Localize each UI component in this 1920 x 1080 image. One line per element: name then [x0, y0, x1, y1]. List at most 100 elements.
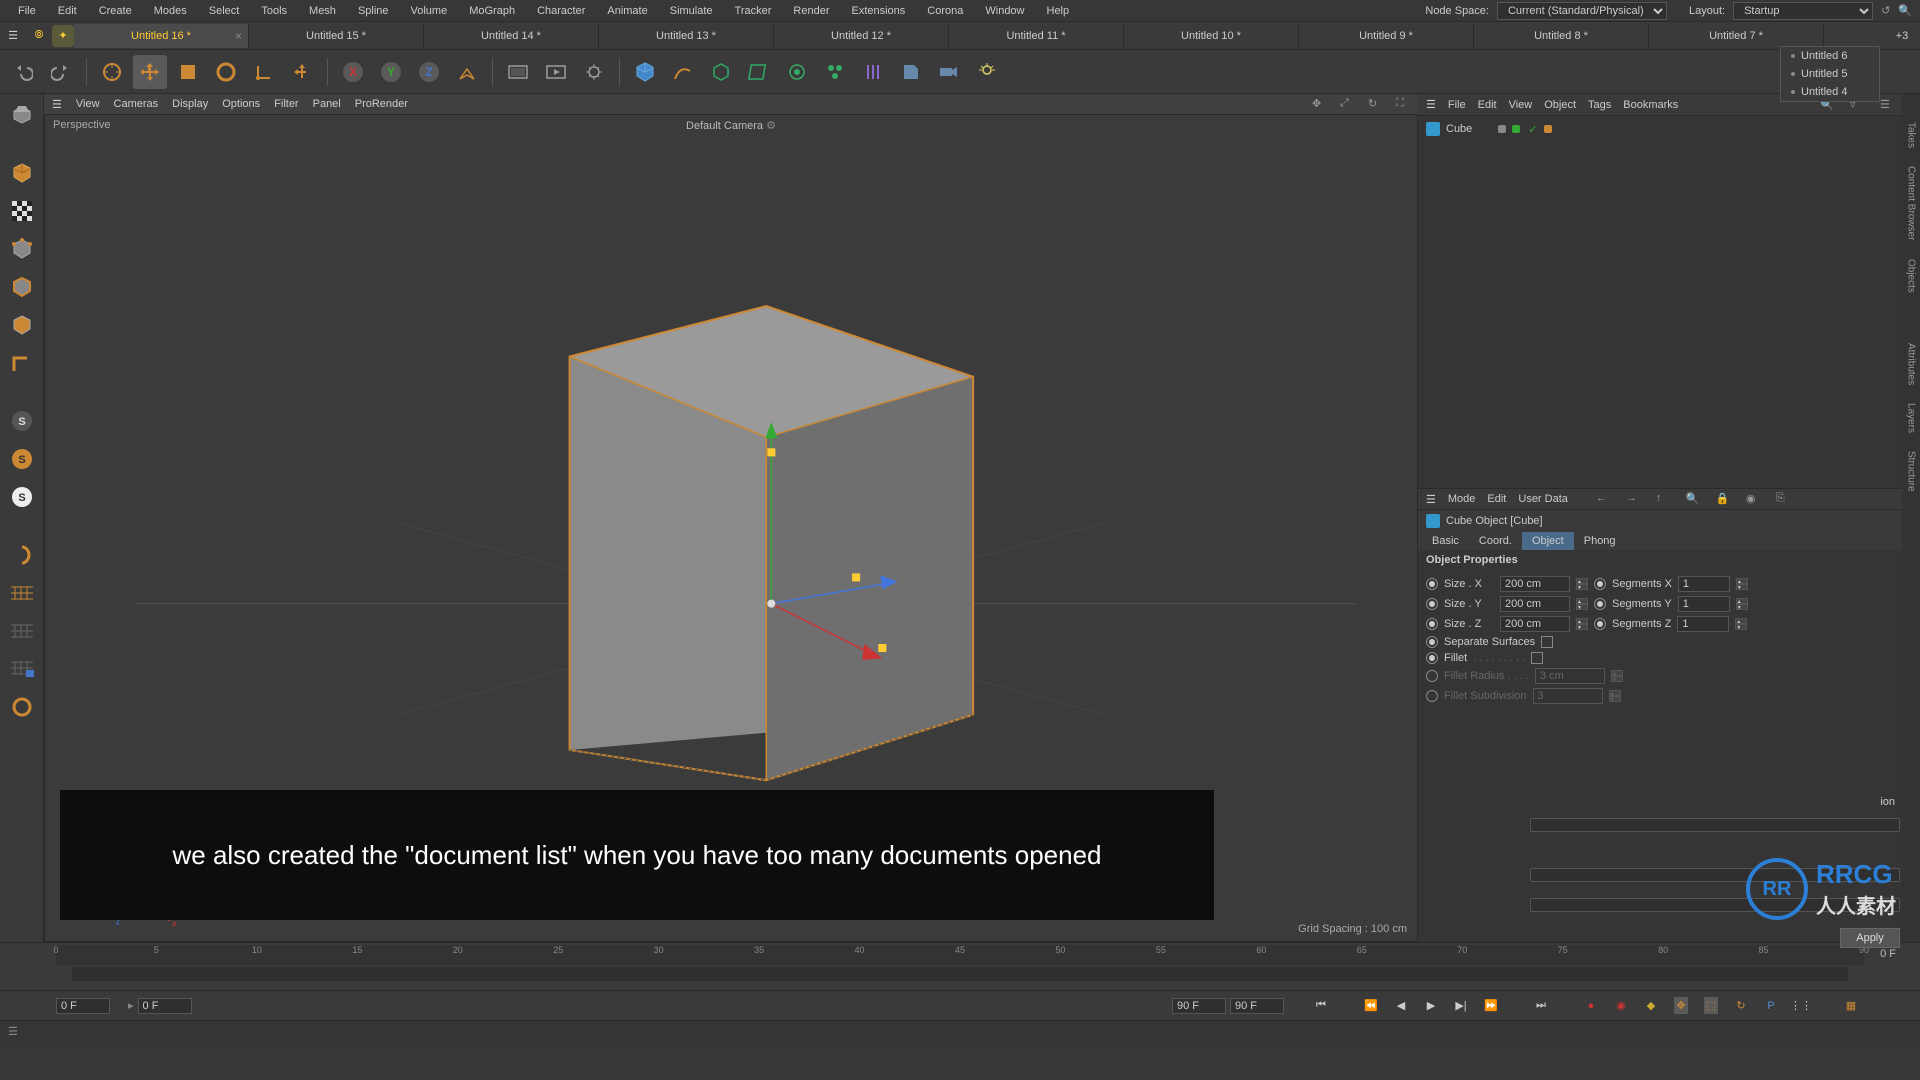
object-manager-tree[interactable]: Cube ✓ [1418, 116, 1902, 488]
view-menu-display[interactable]: Display [172, 98, 208, 110]
om-file[interactable]: File [1448, 99, 1466, 111]
attr-tab-object[interactable]: Object [1522, 532, 1574, 550]
add-spline-button[interactable] [666, 55, 700, 89]
menu-modes[interactable]: Modes [144, 2, 197, 20]
autokey-button[interactable]: ◉ [1608, 995, 1634, 1017]
add-field-button[interactable] [856, 55, 890, 89]
seg-y-spinner[interactable]: ▲▼ [1736, 598, 1748, 610]
key-button[interactable]: ◆ [1638, 995, 1664, 1017]
next-frame-button[interactable]: ▶| [1448, 995, 1474, 1017]
overflow-tab-item[interactable]: Untitled 6 [1781, 47, 1879, 65]
menu-mesh[interactable]: Mesh [299, 2, 346, 20]
workplane-grid1[interactable] [5, 576, 39, 610]
recent-tool[interactable] [247, 55, 281, 89]
seg-x-anim[interactable] [1594, 578, 1606, 590]
document-tab[interactable]: Untitled 13 * [599, 24, 774, 48]
new-document-button[interactable]: ✦ [52, 25, 74, 47]
timeline-window-button[interactable]: ▦ [1838, 995, 1864, 1017]
current-frame-input[interactable] [138, 998, 192, 1014]
size-y-input[interactable] [1500, 596, 1570, 612]
workplane-grid2[interactable] [5, 614, 39, 648]
fillet-check[interactable] [1531, 652, 1543, 664]
next-key-button[interactable]: ⏩ [1478, 995, 1504, 1017]
add-tag-button[interactable] [894, 55, 928, 89]
menu-select[interactable]: Select [199, 2, 250, 20]
size-z-anim[interactable] [1426, 618, 1438, 630]
view-menu-prorender[interactable]: ProRender [355, 98, 408, 110]
menu-spline[interactable]: Spline [348, 2, 399, 20]
attr-pin-icon[interactable]: ◉ [1746, 492, 1760, 506]
menu-mograph[interactable]: MoGraph [459, 2, 525, 20]
goto-end-button[interactable]: ⏭ [1528, 995, 1554, 1017]
key-pos-button[interactable]: ✥ [1668, 995, 1694, 1017]
visibility-editor-dot[interactable] [1498, 125, 1506, 133]
size-y-anim[interactable] [1426, 598, 1438, 610]
menu-volume[interactable]: Volume [401, 2, 458, 20]
snap-settings[interactable]: S [5, 442, 39, 476]
attr-back-icon[interactable]: ← [1596, 492, 1610, 506]
coord-system[interactable] [450, 55, 484, 89]
menu-extensions[interactable]: Extensions [841, 2, 915, 20]
om-view[interactable]: View [1509, 99, 1533, 111]
menu-help[interactable]: Help [1037, 2, 1080, 20]
seg-z-anim[interactable] [1594, 618, 1606, 630]
key-param-button[interactable]: P [1758, 995, 1784, 1017]
add-mograph-button[interactable] [818, 55, 852, 89]
prev-key-button[interactable]: ⏪ [1358, 995, 1384, 1017]
document-tab[interactable]: Untitled 8 * [1474, 24, 1649, 48]
redo-button[interactable] [44, 55, 78, 89]
menu-edit[interactable]: Edit [48, 2, 87, 20]
document-tab[interactable]: Untitled 9 * [1299, 24, 1474, 48]
node-space-select[interactable]: Current (Standard/Physical) [1497, 2, 1667, 20]
attr-tab-phong[interactable]: Phong [1574, 532, 1626, 550]
overflow-tab-item[interactable]: Untitled 4 [1781, 83, 1879, 101]
seg-x-spinner[interactable]: ▲▼ [1736, 578, 1748, 590]
size-x-input[interactable] [1500, 576, 1570, 592]
add-deformer-button[interactable] [742, 55, 776, 89]
attr-tab-basic[interactable]: Basic [1422, 532, 1469, 550]
tab-objects[interactable]: Objects [1904, 251, 1919, 301]
attr-tab-coord[interactable]: Coord. [1469, 532, 1522, 550]
axis-x-lock[interactable]: X [336, 55, 370, 89]
layout-select[interactable]: Startup [1733, 2, 1873, 20]
play-button[interactable]: ▶ [1418, 995, 1444, 1017]
attr-up-icon[interactable]: ↑ [1656, 492, 1670, 506]
range-end1-input[interactable] [1172, 998, 1226, 1014]
view-menu-options[interactable]: Options [222, 98, 260, 110]
menu-window[interactable]: Window [975, 2, 1034, 20]
view-move-icon[interactable]: ✥ [1312, 97, 1326, 111]
menu-file[interactable]: File [8, 2, 46, 20]
workplane-tool[interactable] [5, 538, 39, 572]
document-tab[interactable]: Untitled 12 * [774, 24, 949, 48]
om-bookmarks[interactable]: Bookmarks [1623, 99, 1678, 111]
menu-tracker[interactable]: Tracker [725, 2, 782, 20]
size-z-input[interactable] [1500, 616, 1570, 632]
scale-tool[interactable] [171, 55, 205, 89]
status-menu-icon[interactable]: ☰ [8, 1025, 18, 1038]
seg-z-spinner[interactable]: ▲▼ [1735, 618, 1747, 630]
attr-mode[interactable]: Mode [1448, 493, 1476, 505]
model-mode[interactable] [5, 98, 39, 132]
seg-x-input[interactable] [1678, 576, 1730, 592]
render-view-button[interactable] [501, 55, 535, 89]
attr-fwd-icon[interactable]: → [1626, 492, 1640, 506]
layout-reset-icon[interactable]: ↺ [1881, 4, 1890, 17]
sepsurf-check[interactable] [1541, 636, 1553, 648]
edge-mode[interactable] [5, 270, 39, 304]
tab-menu-icon[interactable]: ☰ [2, 25, 24, 47]
point-mode[interactable] [5, 232, 39, 266]
select-tool[interactable] [95, 55, 129, 89]
fillet-anim[interactable] [1426, 652, 1438, 664]
render-settings-button[interactable] [577, 55, 611, 89]
range-end2-input[interactable] [1230, 998, 1284, 1014]
document-tab[interactable]: Untitled 11 * [949, 24, 1124, 48]
move-tool[interactable] [133, 55, 167, 89]
seg-z-input[interactable] [1677, 616, 1729, 632]
render-button[interactable] [539, 55, 573, 89]
workplane-reset[interactable] [5, 690, 39, 724]
view-menu-cameras[interactable]: Cameras [114, 98, 159, 110]
seg-y-anim[interactable] [1594, 598, 1606, 610]
document-tab[interactable]: Untitled 15 * [249, 24, 424, 48]
add-camera-button[interactable] [932, 55, 966, 89]
tab-layers[interactable]: Layers [1904, 395, 1919, 441]
